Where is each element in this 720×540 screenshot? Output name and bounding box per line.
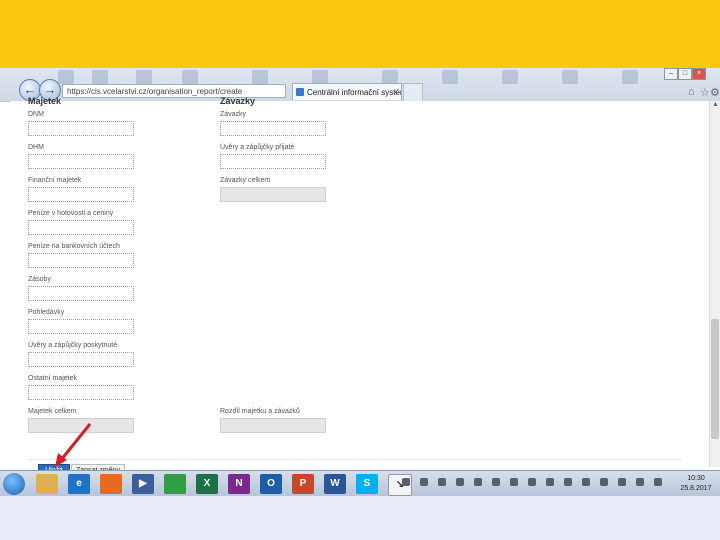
window-close-button[interactable]: × <box>692 68 706 80</box>
internet-explorer-icon[interactable]: e <box>68 474 90 494</box>
chrome-icon[interactable] <box>164 474 186 494</box>
tray-icon[interactable] <box>636 478 644 486</box>
field-label: Rozdíl majetku a závazků <box>220 408 300 415</box>
start-button[interactable] <box>3 473 25 495</box>
tray-icon[interactable] <box>582 478 590 486</box>
field-label: Úvěry a zápůjčky poskytnuté <box>28 342 118 349</box>
home-icon[interactable]: ⌂ <box>688 86 695 98</box>
tray-icon[interactable] <box>420 478 428 486</box>
field-label: DNM <box>28 111 44 118</box>
favorites-star-icon[interactable]: ☆ <box>700 86 710 99</box>
clock-time: 10:30 <box>687 475 705 482</box>
zavazky-input[interactable] <box>220 121 326 136</box>
tray-icon[interactable] <box>492 478 500 486</box>
outlook-icon[interactable]: O <box>260 474 282 494</box>
tray-icon[interactable] <box>618 478 626 486</box>
tray-icon[interactable] <box>654 478 662 486</box>
uvery-poskytnute-input[interactable] <box>28 352 134 367</box>
field-label: Závazky <box>220 111 247 118</box>
window-maximize-button[interactable]: □ <box>678 68 692 80</box>
settings-gear-icon[interactable]: ⚙ <box>710 86 720 99</box>
annotation-arrow-icon <box>55 423 92 467</box>
page-scrollbar[interactable]: ▲ <box>709 101 720 467</box>
tab-title: Centrální informační systém <box>307 88 402 97</box>
field-label: Peníze v hotovosti a ceniny <box>28 210 114 217</box>
field-label: DHM <box>28 144 44 151</box>
excel-icon[interactable]: X <box>196 474 218 494</box>
zavazky-celkem-output <box>220 187 326 202</box>
dnm-input[interactable] <box>28 121 134 136</box>
skype-icon[interactable]: S <box>356 474 378 494</box>
pohledavky-input[interactable] <box>28 319 134 334</box>
window-minimize-button[interactable]: – <box>664 68 678 80</box>
field-label: Závazky celkem <box>220 177 271 184</box>
onenote-icon[interactable]: N <box>228 474 250 494</box>
field-label: Majetek celkem <box>28 408 77 415</box>
slide-bottom-band <box>0 496 720 540</box>
zasoby-input[interactable] <box>28 286 134 301</box>
field-label: Pohledávky <box>28 309 65 316</box>
new-tab-button[interactable] <box>403 83 423 101</box>
ostatni-majetek-input[interactable] <box>28 385 134 400</box>
tray-icon[interactable] <box>474 478 482 486</box>
browser-tab[interactable]: Centrální informační systém × <box>292 83 402 100</box>
field-label: Úvěry a zápůjčky přijaté <box>220 144 295 151</box>
clock-date: 25.8.2017 <box>680 485 712 492</box>
penize-ucty-input[interactable] <box>28 253 134 268</box>
financni-majetek-input[interactable] <box>28 187 134 202</box>
explorer-icon[interactable] <box>36 474 58 494</box>
tab-close-icon[interactable]: × <box>393 84 398 100</box>
tray-icon[interactable] <box>402 478 410 486</box>
tray-icon[interactable] <box>564 478 572 486</box>
scroll-up-icon[interactable]: ▲ <box>710 101 720 111</box>
tray-icon[interactable] <box>510 478 518 486</box>
tray-icon[interactable] <box>456 478 464 486</box>
tray-icon[interactable] <box>528 478 536 486</box>
media-player-icon[interactable]: ▶ <box>132 474 154 494</box>
field-label: Zásoby <box>28 276 51 283</box>
field-label: Finanční majetek <box>28 177 82 184</box>
screenshot-area: ← → https://cis.vcelarstvi.cz/organisati… <box>0 68 720 496</box>
field-label: Peníze na bankovních účtech <box>28 243 120 250</box>
dhm-input[interactable] <box>28 154 134 169</box>
slide-top-band <box>0 0 720 68</box>
word-icon[interactable]: W <box>324 474 346 494</box>
penize-hotovost-input[interactable] <box>28 220 134 235</box>
site-favicon-icon <box>296 88 304 96</box>
firefox-icon[interactable] <box>100 474 122 494</box>
uvery-prijate-input[interactable] <box>220 154 326 169</box>
windows-taskbar: e ▶ X N O P W S ↘ 10:30 25.8.2017 <box>0 470 720 496</box>
tray-icon[interactable] <box>546 478 554 486</box>
tray-icon[interactable] <box>600 478 608 486</box>
browser-chrome: ← → https://cis.vcelarstvi.cz/organisati… <box>0 68 720 102</box>
powerpoint-icon[interactable]: P <box>292 474 314 494</box>
field-label: Ostatní majetek <box>28 375 78 382</box>
report-form-page: Majetek Závazky DNM DHM Finanční majetek… <box>10 96 710 467</box>
assets-heading: Majetek <box>28 96 62 106</box>
system-clock[interactable]: 10:30 25.8.2017 <box>676 474 716 494</box>
tray-icon[interactable] <box>438 478 446 486</box>
rozdil-output <box>220 418 326 433</box>
scrollbar-thumb[interactable] <box>711 319 719 439</box>
liabilities-heading: Závazky <box>220 96 256 106</box>
